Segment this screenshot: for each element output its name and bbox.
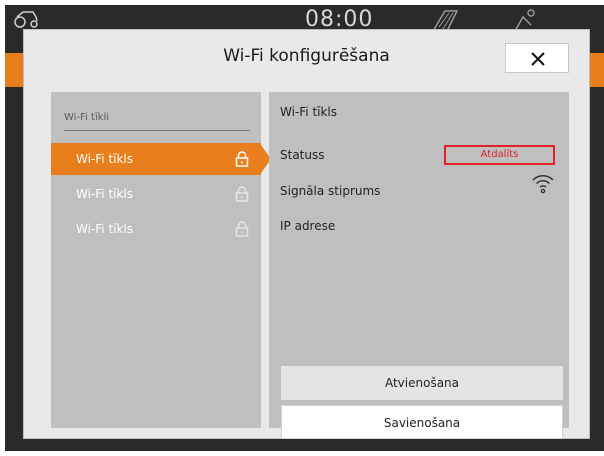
network-item[interactable]: Wi-Fi tīkls <box>51 213 261 245</box>
divider <box>64 130 250 131</box>
network-item[interactable]: Wi-Fi tīkls <box>51 178 261 210</box>
network-details-panel: Wi-Fi tīkls Statuss Atdalīts Signāla sti… <box>269 92 569 439</box>
close-icon <box>531 52 545 66</box>
lock-icon <box>235 151 249 167</box>
network-list-panel: Wi-Fi tīkli Wi-Fi tīkls Wi-Fi tīkls Wi-F… <box>51 92 261 428</box>
signal-strength-label: Signāla stiprums <box>280 184 381 198</box>
details-title: Wi-Fi tīkls <box>280 105 338 119</box>
disconnect-button[interactable]: Atvienošana <box>281 366 563 400</box>
terminal-screen: 08:00 Wi-Fi konfigurēšana Wi-Fi tīkli Wi… <box>5 5 604 451</box>
wifi-signal-icon <box>532 175 554 194</box>
network-item-label: Wi-Fi tīkls <box>76 222 134 236</box>
status-badge: Atdalīts <box>444 145 555 165</box>
wifi-config-dialog: Wi-Fi konfigurēšana Wi-Fi tīkli Wi-Fi tī… <box>23 29 590 439</box>
connect-button[interactable]: Savienošana <box>281 405 563 439</box>
ip-address-label: IP adrese <box>280 219 336 233</box>
lock-icon <box>235 186 249 202</box>
network-item[interactable]: Wi-Fi tīkls <box>51 143 261 175</box>
network-item-label: Wi-Fi tīkls <box>76 152 134 166</box>
network-item-label: Wi-Fi tīkls <box>76 187 134 201</box>
tractor-icon <box>14 11 38 28</box>
close-button[interactable] <box>505 43 569 73</box>
lock-icon <box>235 221 249 237</box>
network-list-header: Wi-Fi tīkli <box>64 112 110 123</box>
status-label: Statuss <box>280 148 325 162</box>
